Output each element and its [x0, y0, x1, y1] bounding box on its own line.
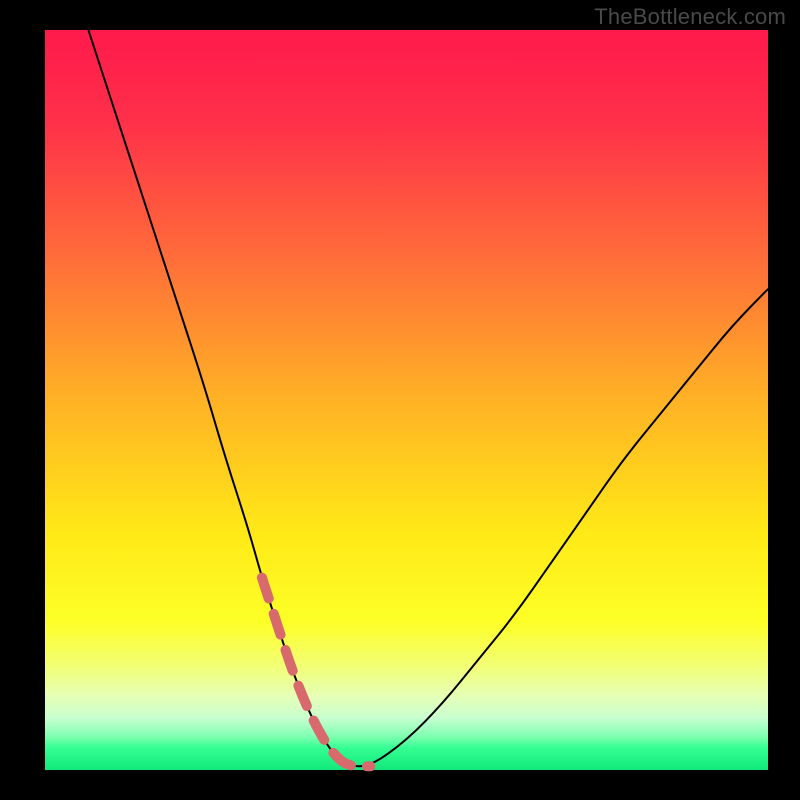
chart-frame: TheBottleneck.com: [0, 0, 800, 800]
plot-area: [45, 30, 768, 770]
bottleneck-curve-highlight: [262, 578, 371, 767]
curve-svg: [45, 30, 768, 770]
watermark-text: TheBottleneck.com: [594, 4, 786, 30]
bottleneck-curve: [88, 30, 768, 766]
